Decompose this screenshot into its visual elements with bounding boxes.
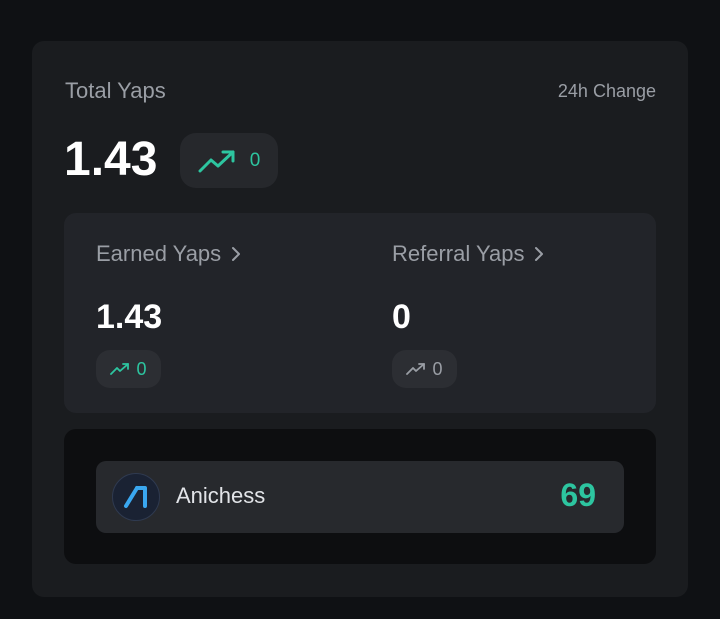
earned-change-value: 0 [136, 358, 147, 379]
referral-change-value: 0 [432, 358, 443, 379]
trend-up-icon [110, 363, 130, 375]
yaps-breakdown: Earned Yaps 1.43 0 Referral Yaps 0 0 [64, 213, 656, 413]
change-label: 24h Change [557, 81, 656, 101]
total-yaps-value: 1.43 [64, 133, 158, 186]
trend-up-icon [198, 150, 235, 172]
earned-yaps-value: 1.43 [96, 298, 163, 336]
trend-up-icon [406, 363, 426, 375]
project-list: Anichess 69 [64, 429, 656, 564]
project-name: Anichess [176, 483, 266, 508]
chevron-right-icon [232, 247, 241, 261]
referral-change-badge: 0 [392, 350, 457, 388]
chevron-right-icon [535, 247, 544, 261]
total-change-badge: 0 [180, 133, 278, 188]
referral-yaps-link[interactable]: Referral Yaps [392, 241, 544, 267]
earned-yaps-label: Earned Yaps [96, 241, 222, 266]
anichess-logo-icon [112, 473, 160, 521]
referral-yaps-value: 0 [392, 298, 411, 336]
project-row-anichess[interactable]: Anichess 69 [96, 461, 624, 533]
earned-yaps-link[interactable]: Earned Yaps [96, 241, 241, 267]
project-score: 69 [560, 477, 596, 513]
total-yaps-title: Total Yaps [65, 78, 166, 103]
total-change-value: 0 [249, 149, 261, 171]
earned-change-badge: 0 [96, 350, 161, 388]
referral-yaps-label: Referral Yaps [392, 241, 525, 266]
yaps-card: Total Yaps 24h Change 1.43 0 Earned Yaps… [32, 41, 688, 597]
